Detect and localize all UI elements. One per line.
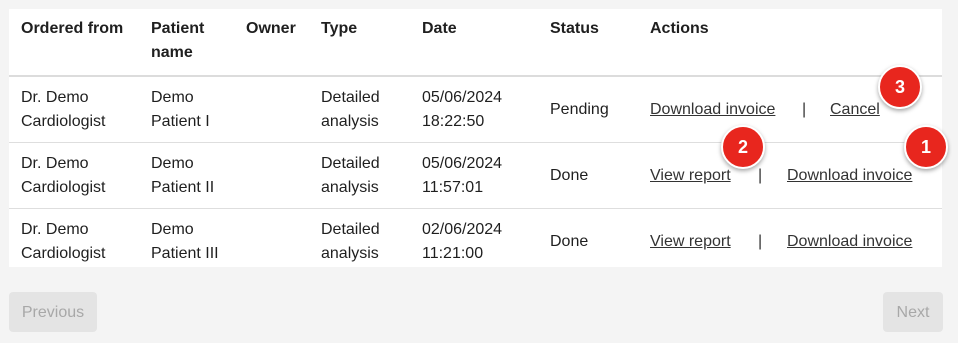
cell-owner [234, 142, 309, 209]
date-line: 05/06/2024 [422, 154, 503, 172]
ordered-from-line-2: Cardiologist [21, 244, 106, 262]
ordered-from-line-1: Dr. Demo [21, 154, 89, 172]
cell-date: 05/06/2024 18:22:50 [410, 76, 538, 143]
header-patient-name-line-2: name [151, 44, 193, 61]
action-separator: | [758, 232, 763, 250]
patient-name-line-2: Patient II [151, 178, 215, 196]
actions-container: View report | Download invoice [650, 143, 942, 208]
download-invoice-link[interactable]: Download invoice [787, 164, 912, 188]
header-type: Type [309, 9, 410, 77]
header-patient-name-line-1: Patient [151, 20, 205, 37]
type-line-1: Detailed [321, 88, 380, 106]
patient-name-line-2: Patient III [151, 244, 219, 262]
patient-name-line-1: Demo [151, 154, 194, 172]
cell-status: Pending [538, 76, 638, 143]
time-line: 18:22:50 [422, 112, 485, 130]
type-line-1: Detailed [321, 154, 380, 172]
header-ordered-from: Ordered from [9, 9, 139, 77]
table-row: Dr. Demo Cardiologist Demo Patient II Deta… [9, 142, 942, 209]
type-line-2: analysis [321, 112, 379, 130]
header-patient-name: Patient name [139, 9, 234, 77]
cell-status: Done [550, 232, 589, 250]
cell-type: Detailed analysis [309, 142, 410, 209]
type-line-2: analysis [321, 244, 379, 262]
cell-status: Done [538, 142, 638, 209]
header-status: Status [538, 9, 638, 77]
annotation-badge-1: 1 [904, 125, 948, 169]
action-separator: | [758, 166, 763, 184]
ordered-from-line-2: Cardiologist [21, 112, 106, 130]
orders-page: Ordered from Patient name Owner Type Date… [0, 0, 958, 343]
header-date: Date [410, 9, 538, 77]
table-row: Dr. Demo Cardiologist Demo Patient III Det… [9, 209, 942, 275]
download-invoice-link[interactable]: Download invoice [650, 98, 775, 122]
cell-actions: View report | Download invoice [638, 209, 942, 275]
cell-date: 02/06/2024 11:21:00 [410, 209, 538, 275]
annotation-badge-3: 3 [878, 65, 922, 109]
cell-patient-name: Demo Patient III [139, 209, 234, 275]
cell-actions: View report | Download invoice [638, 142, 942, 209]
ordered-from-line-1: Dr. Demo [21, 88, 89, 106]
ordered-from-line-1: Dr. Demo [21, 220, 89, 238]
cell-patient-name: Demo Patient II [139, 142, 234, 209]
patient-name-line-1: Demo [151, 88, 194, 106]
cell-owner [234, 76, 309, 143]
ordered-from-line-2: Cardiologist [21, 178, 106, 196]
table-row: Dr. Demo Cardiologist Demo Patient I Detai… [9, 76, 942, 143]
cancel-link[interactable]: Cancel [830, 98, 880, 122]
date-line: 02/06/2024 [422, 220, 503, 238]
cell-owner [234, 209, 309, 275]
time-line: 11:57:01 [422, 178, 484, 196]
cell-ordered-from: Dr. Demo Cardiologist [9, 209, 139, 275]
cell-patient-name: Demo Patient I [139, 76, 234, 143]
orders-table: Ordered from Patient name Owner Type Date… [9, 9, 942, 274]
annotation-badge-2: 2 [721, 125, 765, 169]
cell-date: 05/06/2024 11:57:01 [410, 142, 538, 209]
header-owner: Owner [234, 9, 309, 77]
orders-table-card: Ordered from Patient name Owner Type Date… [9, 9, 942, 267]
patient-name-line-2: Patient I [151, 112, 210, 130]
cell-type: Detailed analysis [309, 209, 410, 275]
download-invoice-link[interactable]: Download invoice [787, 230, 912, 254]
cell-ordered-from: Dr. Demo Cardiologist [9, 76, 139, 143]
type-line-2: analysis [321, 178, 379, 196]
date-line: 05/06/2024 [422, 88, 503, 106]
patient-name-line-1: Demo [151, 220, 194, 238]
type-line-1: Detailed [321, 220, 380, 238]
cell-ordered-from: Dr. Demo Cardiologist [9, 142, 139, 209]
previous-button[interactable]: Previous [9, 292, 97, 332]
view-report-link[interactable]: View report [650, 164, 731, 188]
next-button[interactable]: Next [883, 292, 943, 332]
actions-container: View report | Download invoice [650, 209, 942, 274]
action-separator: | [802, 100, 807, 118]
view-report-link[interactable]: View report [650, 230, 731, 254]
time-line: 11:21:00 [422, 244, 484, 262]
table-header-row: Ordered from Patient name Owner Type Date… [9, 9, 942, 77]
cell-type: Detailed analysis [309, 76, 410, 143]
